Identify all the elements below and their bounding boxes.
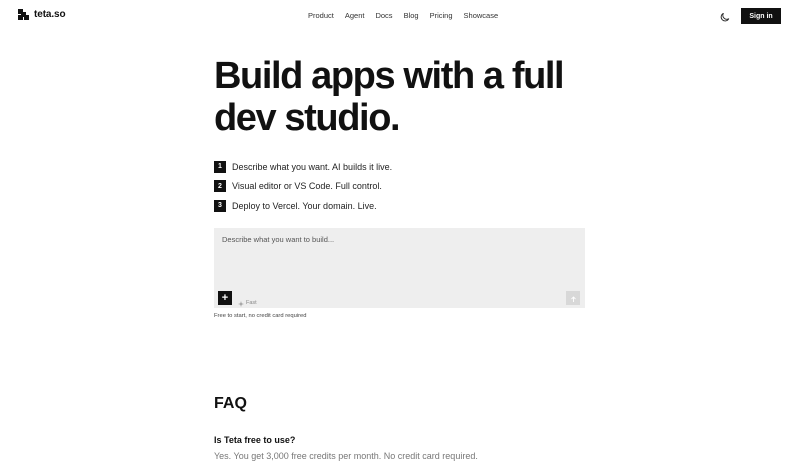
step-number: 2 — [214, 180, 226, 193]
prompt-box: + Fast — [214, 228, 585, 308]
nav-link-docs[interactable]: Docs — [375, 11, 392, 20]
step-number: 1 — [214, 160, 226, 173]
step-text: Deploy to Vercel. Your domain. Live. — [232, 200, 377, 211]
faq-question[interactable]: Is Teta free to use? — [214, 435, 295, 445]
logo-icon — [18, 9, 29, 20]
nav-link-blog[interactable]: Blog — [404, 11, 419, 20]
steps-list: 1 Describe what you want. AI builds it l… — [214, 157, 392, 216]
nav-link-agent[interactable]: Agent — [345, 11, 365, 20]
page-title: Build apps with a full dev studio. — [214, 55, 565, 139]
add-attachment-button[interactable]: + — [218, 291, 232, 305]
list-item: 3 Deploy to Vercel. Your domain. Live. — [214, 196, 392, 216]
step-text: Describe what you want. AI builds it liv… — [232, 161, 393, 172]
nav-link-pricing[interactable]: Pricing — [430, 11, 453, 20]
hero-section: Build apps with a full dev studio. — [214, 55, 586, 139]
send-button[interactable] — [566, 291, 580, 305]
brand-name: teta.so — [34, 9, 66, 20]
moon-icon[interactable] — [719, 10, 731, 22]
nav-link-product[interactable]: Product — [308, 11, 334, 20]
step-number: 3 — [214, 199, 226, 212]
list-item: 1 Describe what you want. AI builds it l… — [214, 157, 392, 177]
prompt-input[interactable] — [222, 235, 577, 285]
free-note: Free to start, no credit card required — [214, 313, 307, 319]
faq-title: FAQ — [214, 395, 247, 412]
sparkle-icon — [238, 294, 244, 312]
sign-in-button[interactable]: Sign in — [741, 8, 781, 24]
nav-link-showcase[interactable]: Showcase — [464, 11, 499, 20]
top-nav: teta.so Product Agent Docs Blog Pricing … — [0, 0, 800, 32]
main-menu: Product Agent Docs Blog Pricing Showcase — [308, 11, 509, 20]
mode-selector[interactable]: Fast — [238, 294, 257, 312]
list-item: 2 Visual editor or VS Code. Full control… — [214, 177, 392, 197]
step-text: Visual editor or VS Code. Full control. — [232, 181, 382, 192]
brand-logo[interactable]: teta.so — [18, 9, 66, 20]
mode-label: Fast — [246, 300, 257, 306]
arrow-up-icon — [570, 291, 577, 306]
faq-answer: Yes. You get 3,000 free credits per mont… — [214, 451, 478, 461]
